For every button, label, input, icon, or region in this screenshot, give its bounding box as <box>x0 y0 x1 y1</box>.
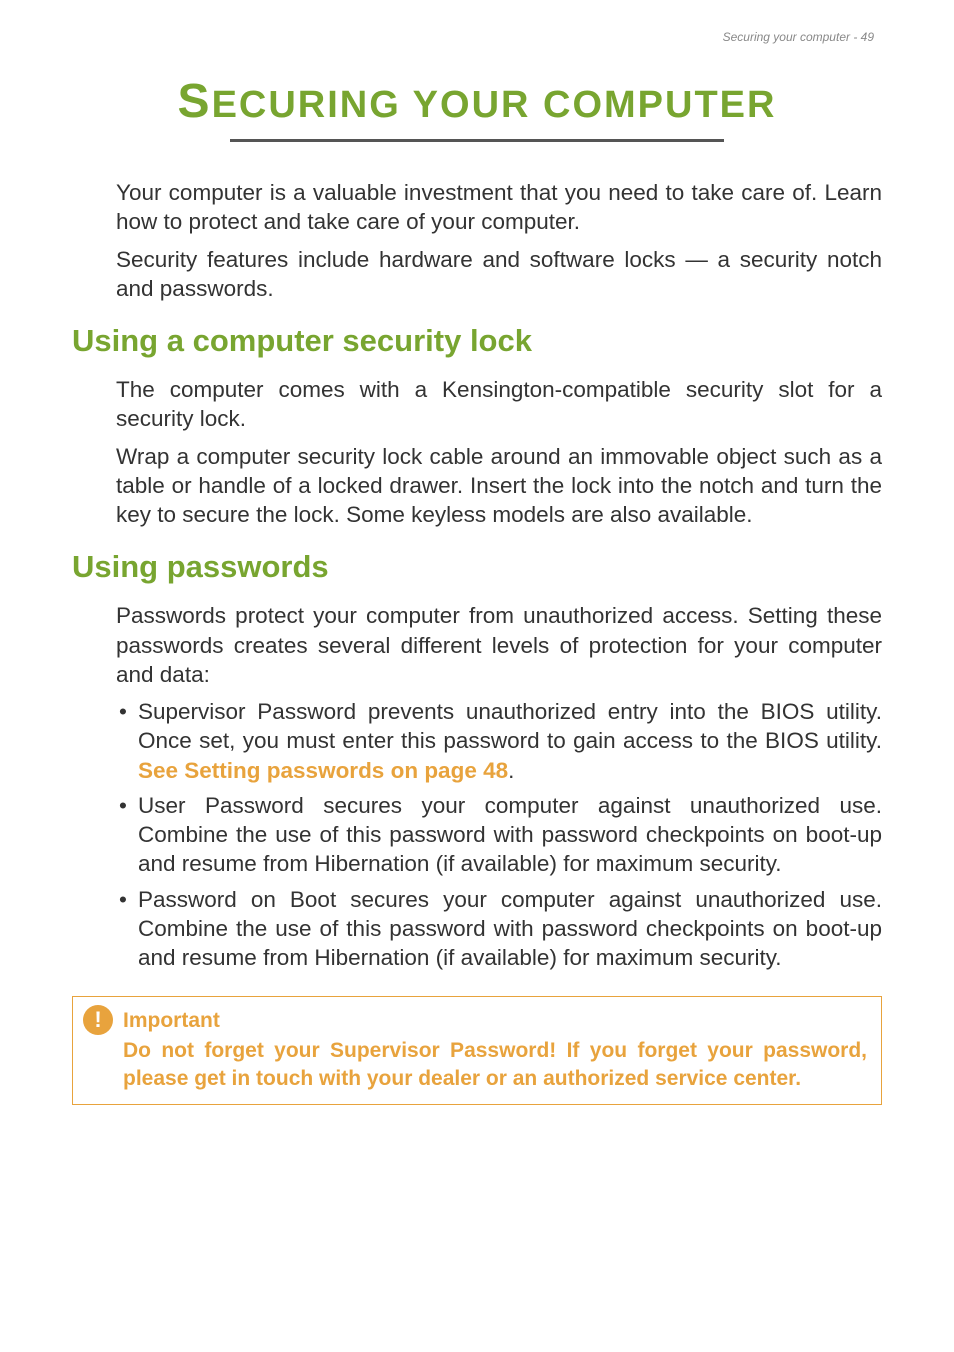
running-header: Securing your computer - 49 <box>72 30 882 44</box>
title-rest: ECURING YOUR COMPUTER <box>212 84 777 126</box>
section1-paragraph-2: Wrap a computer security lock cable arou… <box>116 442 882 530</box>
title-underline <box>230 139 724 142</box>
section-heading-passwords: Using passwords <box>72 549 882 585</box>
password-bullet-list: Supervisor Password prevents unauthorize… <box>116 697 882 972</box>
title-first-letter: S <box>178 75 212 128</box>
important-callout-box: ! Important Do not forget your Superviso… <box>72 996 882 1105</box>
section2-paragraph-1: Passwords protect your computer from una… <box>116 601 882 689</box>
section1-paragraph-1: The computer comes with a Kensington-com… <box>116 375 882 434</box>
warning-icon: ! <box>83 1005 113 1035</box>
section-heading-security-lock: Using a computer security lock <box>72 323 882 359</box>
list-item: Password on Boot secures your computer a… <box>116 885 882 973</box>
page-title: SECURING YOUR COMPUTER <box>72 74 882 129</box>
bullet-text-post: . <box>508 758 514 783</box>
list-item: Supervisor Password prevents unauthorize… <box>116 697 882 785</box>
intro-paragraph-1: Your computer is a valuable investment t… <box>116 178 882 237</box>
important-header: ! Important <box>87 1007 867 1035</box>
intro-paragraph-2: Security features include hardware and s… <box>116 245 882 304</box>
important-body-text: Do not forget your Supervisor Password! … <box>123 1037 867 1092</box>
bullet-text-pre: Supervisor Password prevents unauthorize… <box>138 699 882 753</box>
list-item: User Password secures your computer agai… <box>116 791 882 879</box>
important-label: Important <box>123 1009 220 1033</box>
cross-reference-link[interactable]: See Setting passwords on page 48 <box>138 758 508 783</box>
